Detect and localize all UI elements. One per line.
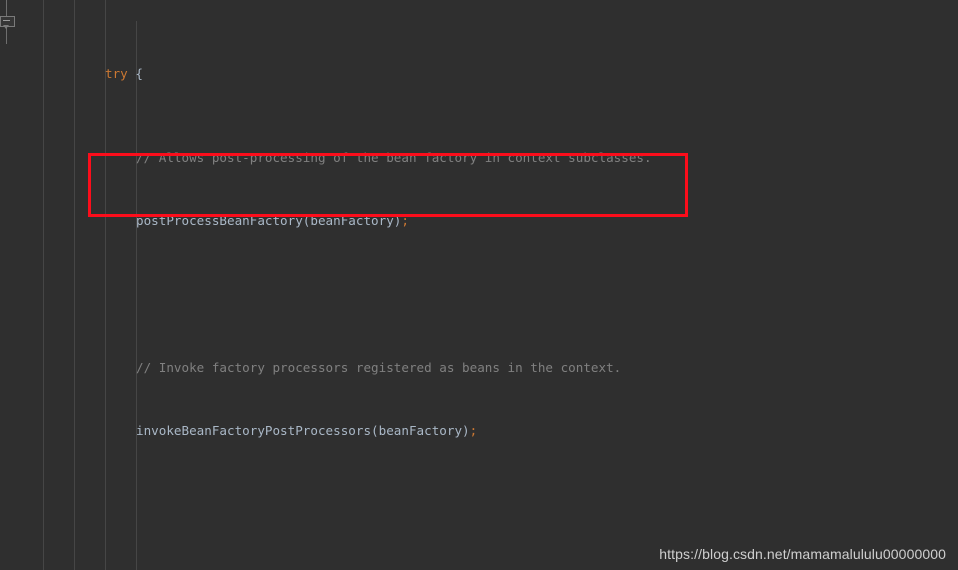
code-line-try[interactable]: try { (0, 63, 958, 84)
watermark-url: https://blog.csdn.net/mamamalululu000000… (659, 546, 946, 562)
comment-text: // Allows post-processing of the bean fa… (136, 150, 652, 165)
code-line-comment[interactable]: // Invoke factory processors registered … (0, 357, 958, 378)
code-line-call[interactable]: invokeBeanFactoryPostProcessors(beanFact… (0, 420, 958, 441)
call-text: postProcessBeanFactory(beanFactory) (136, 213, 402, 228)
code-content[interactable]: try { // Allows post-processing of the b… (0, 0, 958, 570)
code-line-comment[interactable]: // Allows post-processing of the bean fa… (0, 147, 958, 168)
keyword-try: try (105, 66, 128, 81)
brace-open: { (127, 66, 143, 81)
call-text: invokeBeanFactoryPostProcessors(beanFact… (136, 423, 470, 438)
code-editor-screenshot: try { // Allows post-processing of the b… (0, 0, 958, 570)
code-line-call[interactable]: postProcessBeanFactory(beanFactory); (0, 210, 958, 231)
code-line-blank[interactable] (0, 483, 958, 504)
comment-text: // Invoke factory processors registered … (136, 360, 622, 375)
semicolon: ; (401, 213, 409, 228)
code-line-blank[interactable] (0, 273, 958, 294)
semicolon: ; (469, 423, 478, 438)
